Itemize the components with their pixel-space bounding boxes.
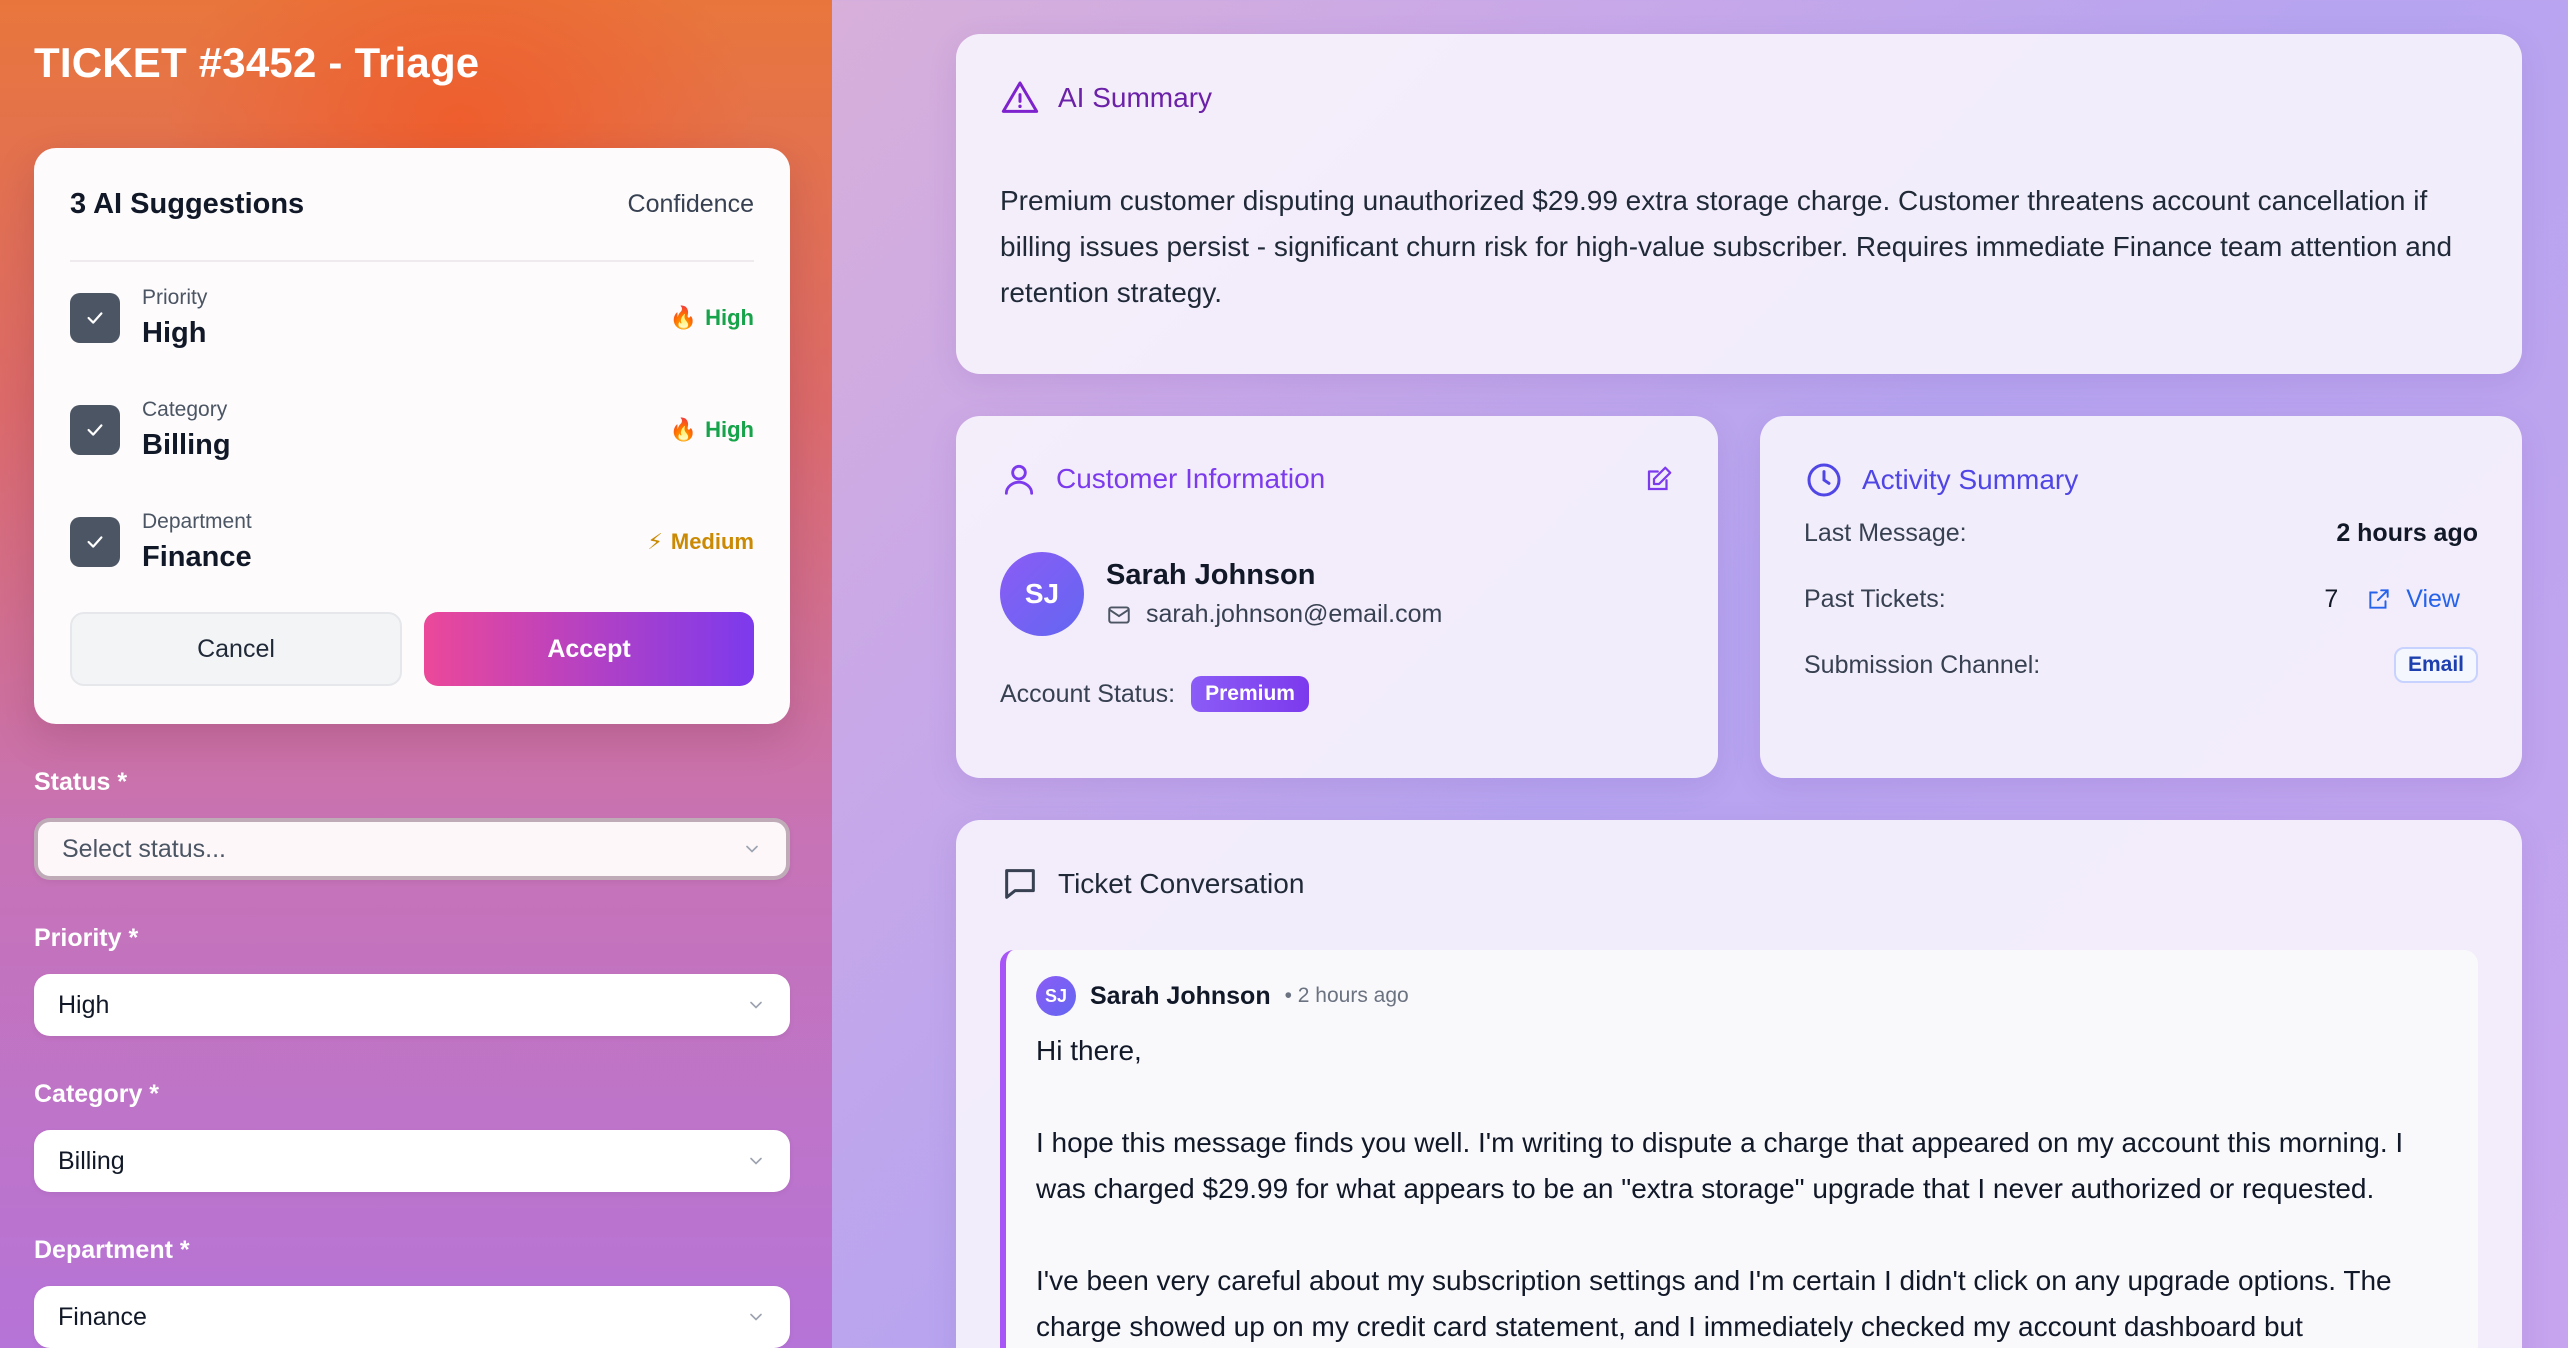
suggestion-label: Priority	[142, 286, 208, 309]
view-link-label: View	[2406, 584, 2460, 613]
ticket-conversation-card: Ticket Conversation SJ Sarah Johnson • 2…	[956, 820, 2522, 1348]
priority-label: Priority *	[34, 924, 139, 952]
chat-icon	[1005, 869, 1035, 899]
message-avatar: SJ	[1036, 976, 1076, 1016]
message-paragraph: I hope this message finds you well. I'm …	[1036, 1127, 2404, 1204]
warning-icon	[1001, 81, 1039, 113]
ai-summary-text: Premium customer disputing unauthorized …	[1000, 185, 2453, 308]
past-tickets-label: Past Tickets:	[1804, 584, 1946, 613]
department-field: Department * Finance	[34, 1232, 798, 1348]
cancel-button[interactable]: Cancel	[70, 612, 402, 686]
confidence-text: Medium	[670, 529, 754, 554]
chevron-down-icon	[750, 1313, 762, 1321]
confidence-heading: Confidence	[627, 189, 754, 218]
clock-icon	[1807, 463, 1841, 497]
chevron-down-icon	[746, 845, 758, 853]
category-field: Category * Billing	[34, 1076, 798, 1192]
check-icon	[87, 536, 103, 548]
chevron-down-icon	[750, 1001, 762, 1009]
message-time: • 2 hours ago	[1284, 984, 1409, 1007]
priority-field: Priority * High	[34, 920, 798, 1036]
customer-info-title: Customer Information	[1056, 463, 1326, 494]
submission-channel-label: Submission Channel:	[1804, 650, 2041, 679]
channel-badge: Email	[2393, 647, 2478, 683]
confidence-text: High	[705, 417, 754, 442]
suggestions-heading: 3 AI Suggestions	[70, 187, 305, 220]
check-icon	[87, 312, 103, 324]
accept-button[interactable]: Accept	[424, 612, 754, 686]
status-badge: Premium	[1191, 676, 1309, 712]
fire-icon: 🔥	[669, 417, 698, 442]
activity-summary-title: Activity Summary	[1862, 464, 2079, 495]
external-link-icon	[2369, 589, 2389, 609]
past-tickets-row: Past Tickets: 7 View	[1804, 566, 2478, 632]
fire-icon: 🔥	[669, 305, 698, 330]
suggestions-header: 3 AI Suggestions Confidence	[70, 148, 754, 262]
suggestion-priority: Priority High 🔥 High	[70, 262, 754, 374]
lightning-icon: ⚡	[647, 529, 663, 554]
confidence-badge: 🔥 High	[670, 417, 754, 443]
confidence-badge: 🔥 High	[670, 305, 754, 331]
priority-select[interactable]: High	[34, 974, 790, 1036]
message-paragraph: I've been very careful about my subscrip…	[1036, 1265, 2392, 1342]
triage-panel: TICKET #3452 - Triage 3 AI Suggestions C…	[0, 0, 832, 1348]
last-message-label: Last Message:	[1804, 518, 1967, 547]
suggestion-checkbox[interactable]	[70, 293, 120, 343]
status-field: Status * Select status...	[34, 764, 798, 880]
suggestion-checkbox[interactable]	[70, 405, 120, 455]
ai-summary-card: AI Summary Premium customer disputing un…	[956, 34, 2522, 374]
ticket-title: TICKET #3452 - Triage	[34, 39, 480, 86]
suggestion-label: Category	[142, 398, 228, 421]
suggestion-checkbox[interactable]	[70, 517, 120, 567]
suggestion-value: Finance	[142, 541, 252, 573]
check-icon	[87, 424, 103, 436]
view-tickets-link[interactable]: View	[2366, 585, 2460, 614]
category-value: Billing	[58, 1146, 125, 1175]
activity-summary-card: Activity Summary Last Message: 2 hours a…	[1760, 416, 2522, 778]
submission-channel-row: Submission Channel: Email	[1804, 632, 2478, 698]
customer-name: Sarah Johnson	[1106, 559, 1316, 591]
customer-info-card: Customer Information SJ Sarah Johnson sa…	[956, 416, 1718, 778]
status-select[interactable]: Select status...	[34, 818, 790, 880]
status-placeholder: Select status...	[62, 834, 226, 863]
suggestion-label: Department	[142, 510, 252, 533]
status-label: Status *	[34, 768, 128, 796]
edit-icon[interactable]	[1644, 464, 1674, 494]
customer-email: sarah.johnson@email.com	[1146, 600, 1443, 628]
ai-summary-title: AI Summary	[1058, 82, 1213, 113]
message-author: Sarah Johnson	[1090, 981, 1271, 1010]
ai-suggestions-card: 3 AI Suggestions Confidence Priority Hig…	[34, 148, 790, 724]
chevron-down-icon	[750, 1157, 762, 1165]
category-select[interactable]: Billing	[34, 1130, 790, 1192]
suggestion-value: Billing	[142, 429, 231, 461]
mail-icon	[1108, 605, 1130, 624]
last-message-row: Last Message: 2 hours ago	[1804, 500, 2478, 566]
message-greeting: Hi there,	[1036, 1035, 1142, 1066]
avatar: SJ	[1000, 552, 1084, 636]
confidence-badge: ⚡ Medium	[647, 529, 754, 555]
department-label: Department *	[34, 1236, 190, 1264]
past-tickets-count: 7	[2324, 584, 2339, 613]
suggestion-category: Category Billing 🔥 High	[70, 374, 754, 486]
suggestion-department: Department Finance ⚡ Medium	[70, 486, 754, 598]
conversation-title: Ticket Conversation	[1058, 868, 1305, 899]
message: SJ Sarah Johnson • 2 hours ago Hi there,…	[1000, 950, 2478, 1348]
suggestion-value: High	[142, 317, 207, 349]
account-status-label: Account Status:	[1000, 679, 1176, 708]
message-body: Hi there, I hope this message finds you …	[1036, 1028, 2448, 1348]
priority-value: High	[58, 990, 110, 1019]
confidence-text: High	[705, 305, 754, 330]
department-select[interactable]: Finance	[34, 1286, 790, 1348]
department-value: Finance	[58, 1302, 147, 1331]
category-label: Category *	[34, 1080, 160, 1108]
last-message-value: 2 hours ago	[2336, 518, 2478, 547]
user-icon	[1004, 464, 1034, 495]
